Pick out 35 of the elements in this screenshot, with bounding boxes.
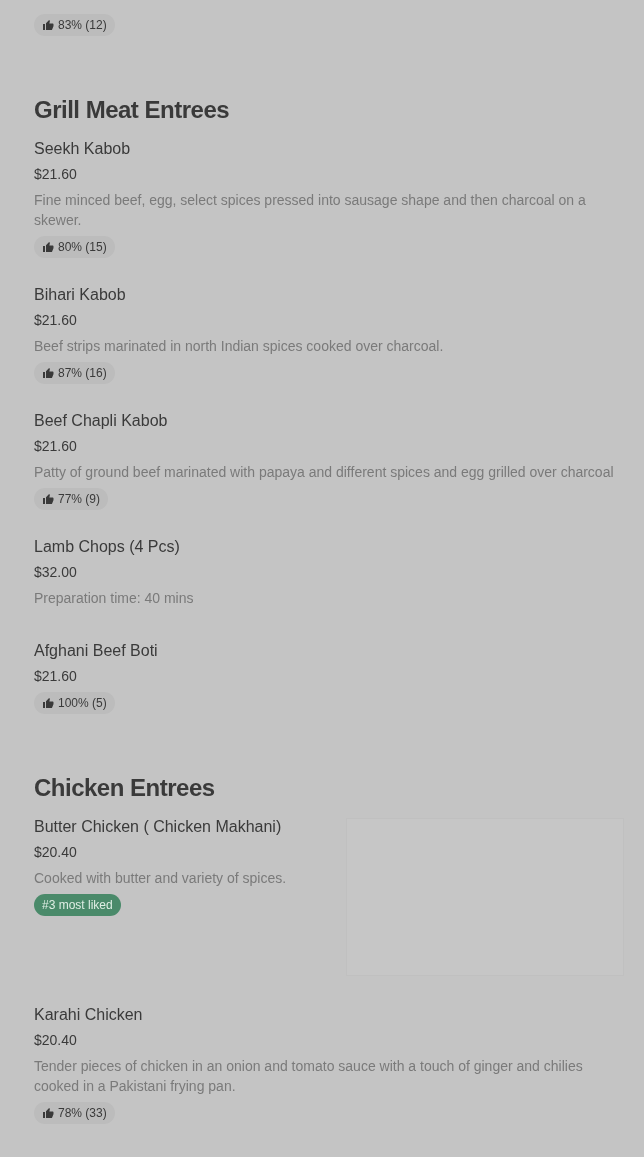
dish-description: Fine minced beef, egg, select spices pressed into sausage shape and then charcoal on a skewer.	[34, 191, 587, 230]
dish-price: $21.60	[34, 166, 77, 182]
rating-badge: 77% (9)	[34, 488, 109, 510]
dish-price: $20.40	[34, 1032, 77, 1048]
dish-description: Patty of ground beef marinated with papaya and different spices and egg grilled over charcoal	[34, 463, 614, 482]
rating-badge: 87% (16)	[34, 362, 115, 384]
rating-badge: 78% (33)	[34, 1102, 115, 1124]
dish-price: $20.40	[34, 844, 77, 860]
thumbs-up-icon	[42, 697, 54, 709]
dish-price: $32.00	[34, 564, 77, 580]
dish-name[interactable]: Karahi Chicken	[34, 1006, 143, 1024]
dish-name[interactable]: Lamb Chops (4 Pcs)	[34, 538, 180, 556]
rating-badge: 100% (5)	[34, 692, 115, 714]
thumbs-up-icon	[42, 19, 54, 31]
dish-description: Tender pieces of chicken in an onion and tomato sauce with a touch of ginger and chilies cooked in a Pakistani frying pan.	[34, 1057, 584, 1096]
dish-description: Preparation time: 40 mins	[34, 589, 194, 608]
dish-name[interactable]: Seekh Kabob	[34, 140, 131, 158]
rating-badge: 80% (15)	[34, 236, 115, 258]
dish-price: $21.60	[34, 312, 77, 328]
thumbs-up-icon	[42, 493, 54, 505]
section-title: Grill Meat Entrees	[34, 96, 231, 124]
dish-description: Cooked with butter and variety of spices.	[34, 869, 287, 888]
section-title: Chicken Entrees	[34, 774, 216, 802]
dish-price: $21.60	[34, 438, 77, 454]
rating-badge: 83% (12)	[34, 14, 115, 36]
thumbs-up-icon	[42, 241, 54, 253]
dish-name[interactable]: Butter Chicken ( Chicken Makhani)	[34, 818, 282, 836]
dish-name[interactable]: Afghani Beef Boti	[34, 642, 158, 660]
dish-name[interactable]: Beef Chapli Kabob	[34, 412, 168, 430]
thumbs-up-icon	[42, 1107, 54, 1119]
dish-description: Beef strips marinated in north Indian spices cooked over charcoal.	[34, 337, 444, 356]
dish-price: $21.60	[34, 668, 77, 684]
dish-name[interactable]: Bihari Kabob	[34, 286, 126, 304]
popularity-badge: #3 most liked	[34, 894, 121, 916]
thumbs-up-icon	[42, 367, 54, 379]
